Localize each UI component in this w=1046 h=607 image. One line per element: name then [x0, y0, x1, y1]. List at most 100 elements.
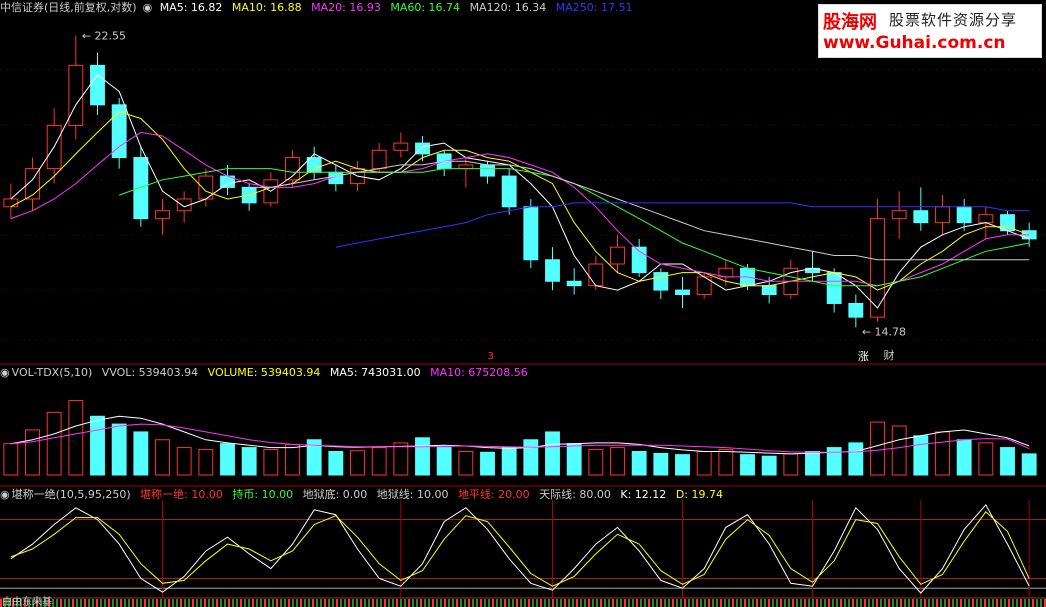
signal-strip-tick [496, 599, 498, 607]
signal-strip-tick [960, 599, 962, 607]
signal-strip-tick [600, 599, 602, 607]
signal-strip-tick [268, 599, 270, 607]
main-header: 中信证券(日线,前复权,对数) ◉ MA5: 16.82 MA10: 16.88 … [0, 1, 639, 15]
indicator-d-line [10, 511, 1030, 587]
signal-strip-tick [240, 599, 242, 607]
low-price-label: ← 14.78 [862, 325, 906, 338]
signal-strip-tick [568, 599, 570, 607]
signal-strip-tick [520, 599, 522, 607]
volume-bar [675, 454, 690, 476]
signal-strip-tick [304, 599, 306, 607]
volume-bar [523, 439, 539, 476]
signal-strip-tick [492, 599, 494, 607]
signal-strip-tick [172, 599, 174, 607]
candle-body [675, 289, 690, 296]
volume-bar [371, 447, 387, 476]
signal-strip-tick [228, 599, 230, 607]
candle-body [523, 206, 539, 261]
signal-strip-tick [656, 599, 658, 607]
signal-strip-tick [68, 599, 70, 607]
signal-strip-tick [864, 599, 866, 607]
watermark-url: www.Guhai.com.cn [823, 33, 1006, 53]
signal-strip-tick [1036, 599, 1038, 607]
volume-bar [90, 415, 105, 476]
signal-strip-tick [296, 599, 298, 607]
signal-strip-tick [680, 599, 682, 607]
signal-strip-tick [632, 599, 634, 607]
signal-strip-tick [448, 599, 450, 607]
signal-strip-tick [688, 599, 690, 607]
watermark: 股海网 股票软件资源分享 www.Guhai.com.cn [818, 4, 1042, 58]
signal-strip-tick [132, 599, 134, 607]
ind-k-label: K: 12.12 [620, 488, 667, 501]
signal-strip-tick [52, 599, 54, 607]
signal-strip-tick [584, 599, 586, 607]
signal-strip-tick [192, 599, 194, 607]
bottom-label: 由由东来基 [2, 595, 52, 607]
signal-strip-tick [344, 599, 346, 607]
signal-strip-tick [332, 599, 334, 607]
volume-bar [415, 437, 430, 476]
signal-strip-tick [216, 599, 218, 607]
ind-hold-label: 持币: 10.00 [232, 488, 294, 501]
signal-strip-tick [436, 599, 438, 607]
signal-strip-tick [772, 599, 774, 607]
volume-bar [956, 439, 972, 476]
signal-strip-tick [300, 599, 302, 607]
signal-strip-tick [144, 599, 146, 607]
candle-body [480, 164, 495, 177]
stock-chart[interactable]: ← 22.55 ← 14.78 3 涨 财由由东来基 [0, 0, 1046, 607]
signal-strip-tick [888, 599, 890, 607]
candle-body [545, 259, 560, 282]
signal-strip-tick [824, 599, 826, 607]
signal-strip-tick [1040, 599, 1042, 607]
signal-strip-tick [112, 599, 114, 607]
signal-strip-tick [900, 599, 902, 607]
main-title-dot[interactable]: ◉ [143, 1, 153, 14]
volume-bar [805, 451, 820, 476]
signal-strip-tick [556, 599, 558, 607]
ind-d-label: D: 19.74 [675, 488, 723, 501]
signal-strip-tick [196, 599, 198, 607]
volume-bar [263, 449, 279, 476]
signal-strip-tick [364, 599, 366, 607]
signal-strip-tick [320, 599, 322, 607]
signal-strip-tick [992, 599, 994, 607]
signal-strip-tick [88, 599, 90, 607]
volume-bar [133, 431, 149, 476]
signal-strip-tick [616, 599, 618, 607]
signal-strip-tick [264, 599, 266, 607]
signal-strip-tick [576, 599, 578, 607]
candle-body [913, 210, 929, 224]
signal-strip-tick [964, 599, 966, 607]
signal-strip-tick [904, 599, 906, 607]
candle-body [501, 175, 517, 208]
signal-strip-tick [64, 599, 66, 607]
signal-strip-tick [920, 599, 922, 607]
signal-strip-tick [360, 599, 362, 607]
volume-bar [393, 442, 409, 476]
volume-bar [241, 447, 257, 476]
signal-strip-tick [844, 599, 846, 607]
signal-strip-tick [476, 599, 478, 607]
signal-strip-tick [316, 599, 318, 607]
signal-strip-tick [168, 599, 170, 607]
signal-strip-tick [432, 599, 434, 607]
signal-strip-tick [424, 599, 426, 607]
signal-strip-tick [108, 599, 110, 607]
signal-strip-tick [452, 599, 454, 607]
signal-strip-tick [624, 599, 626, 607]
signal-strip-tick [104, 599, 106, 607]
signal-strip-tick [220, 599, 222, 607]
signal-strip-tick [740, 599, 742, 607]
signal-strip-tick [384, 599, 386, 607]
signal-strip-tick [872, 599, 874, 607]
signal-strip-tick [828, 599, 830, 607]
signal-strip-tick [712, 599, 714, 607]
signal-strip-tick [836, 599, 838, 607]
signal-strip-tick [156, 599, 158, 607]
vol-dot[interactable]: ◉ [0, 366, 10, 379]
ind-dot[interactable]: ◉ [0, 488, 10, 501]
volume-bar [978, 442, 994, 476]
signal-strip-tick [148, 599, 150, 607]
